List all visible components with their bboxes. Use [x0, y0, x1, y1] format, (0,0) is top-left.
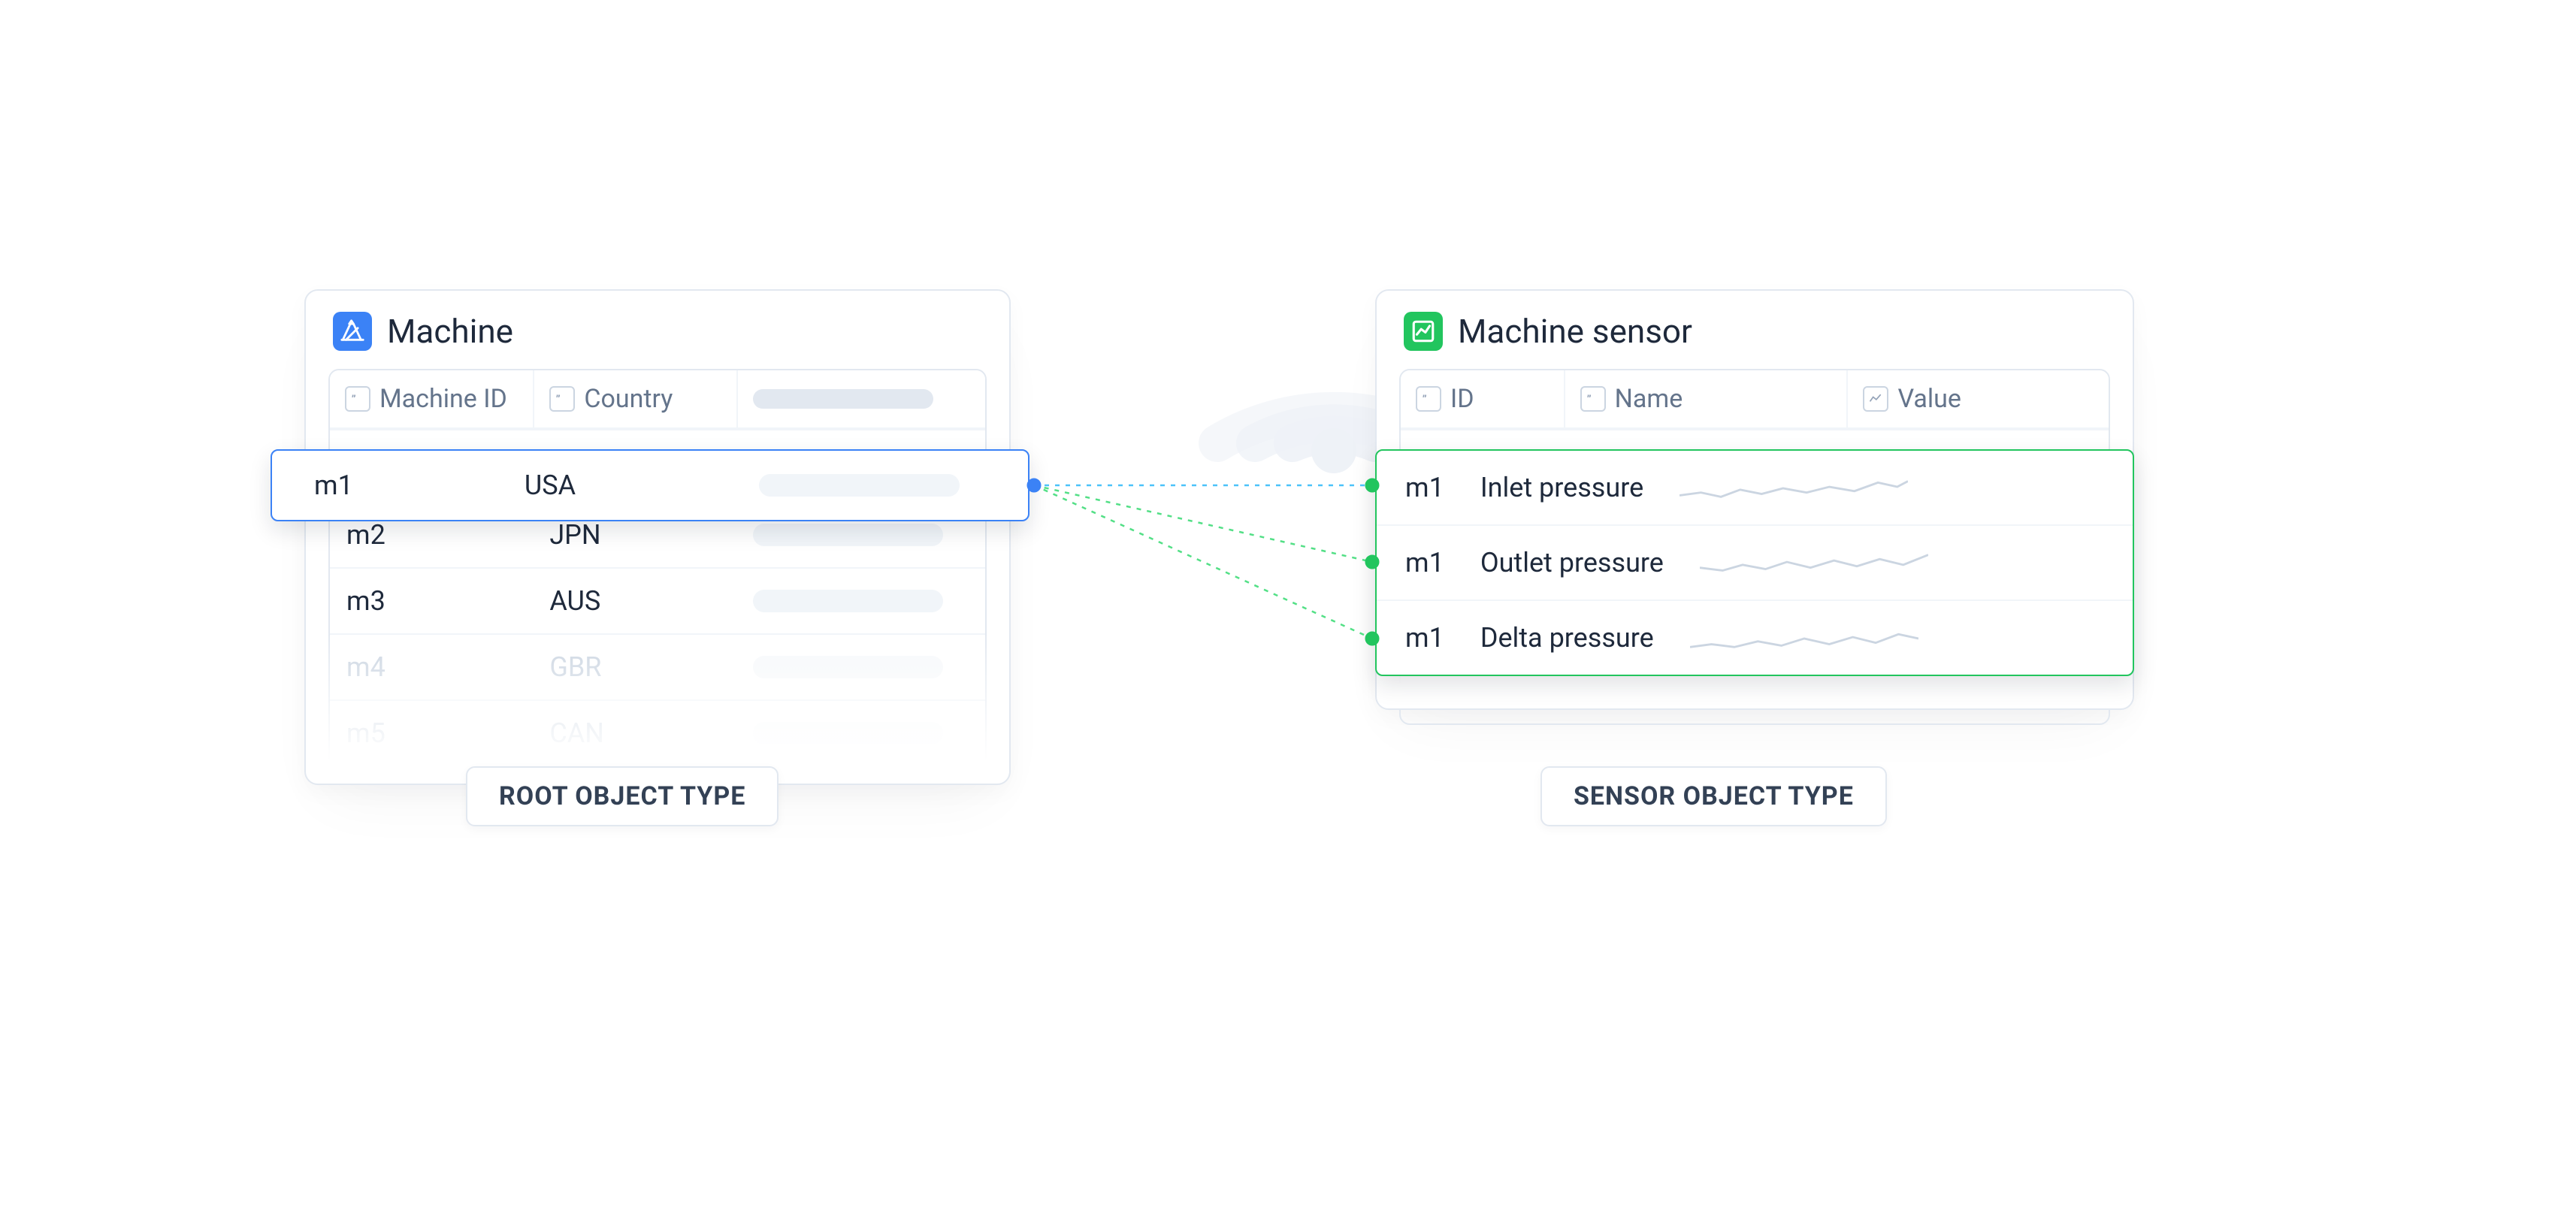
svg-text:”: ”	[556, 394, 561, 406]
cell-id: m1	[1377, 601, 1462, 675]
sparkline-icon	[1863, 672, 2080, 707]
sensor-object-type-caption: SENSOR OBJECT TYPE	[1540, 766, 1887, 826]
cell-name: Delta pressure	[1462, 601, 1672, 675]
cell-sparkline	[1661, 451, 1938, 524]
cell-id: m1	[272, 451, 506, 520]
cell-placeholder	[741, 451, 1028, 520]
cell-id: m3	[330, 569, 533, 633]
string-type-icon: ”	[1580, 386, 1606, 412]
cell-placeholder	[736, 701, 985, 766]
col-label: Value	[1897, 384, 1961, 414]
cell-placeholder	[736, 635, 985, 699]
col-label: Name	[1615, 384, 1683, 414]
cell-placeholder	[736, 569, 985, 633]
sensor-panel-title: Machine sensor	[1458, 312, 1692, 351]
sensor-col-value-header: Value	[1846, 370, 2109, 427]
machine-highlight-row[interactable]: m1 USA	[271, 449, 1029, 521]
string-type-icon: ”	[549, 386, 575, 412]
cell-country: USA	[506, 451, 741, 520]
machine-col-placeholder-header	[736, 370, 985, 427]
machine-col-country-header: ” Country	[533, 370, 736, 427]
table-row: m1 Inlet pressure	[1377, 451, 2133, 524]
sparkline-icon	[1700, 545, 1928, 580]
table-row: m3 AUS	[330, 567, 985, 633]
cell-country: CAN	[533, 701, 736, 766]
sensor-type-icon	[1404, 312, 1443, 351]
sensor-highlight-rows[interactable]: m1 Inlet pressure m1 Outlet pressure m1 …	[1375, 449, 2134, 676]
table-row: m1 Outlet pressure	[1377, 524, 2133, 599]
col-label: ID	[1450, 384, 1474, 414]
string-type-icon: ”	[1416, 386, 1441, 412]
cell-name: Outlet pressure	[1462, 526, 1682, 599]
sensor-col-name-header: ” Name	[1564, 370, 1847, 427]
machine-table: ” Machine ID ” Country m2	[328, 369, 987, 767]
cell-id: m5	[330, 701, 533, 766]
table-row: m4 GBR	[330, 633, 985, 699]
svg-text:”: ”	[1586, 394, 1591, 406]
cell-country: GBR	[533, 635, 736, 699]
col-label: Machine ID	[379, 384, 507, 414]
cell-id: m4	[330, 635, 533, 699]
timeseries-type-icon	[1863, 386, 1888, 412]
col-label: Country	[584, 384, 673, 414]
sparkline-icon	[1680, 470, 1908, 505]
cell-id: m1	[1377, 526, 1462, 599]
machine-panel-title: Machine	[387, 312, 513, 351]
sensor-col-id-header: ” ID	[1401, 370, 1564, 427]
cell-sparkline	[1682, 526, 1958, 599]
string-type-icon: ”	[345, 386, 370, 412]
svg-text:”: ”	[352, 394, 356, 406]
machine-col-id-header: ” Machine ID	[330, 370, 533, 427]
table-row: m1 Delta pressure	[1377, 599, 2133, 675]
root-object-type-caption: ROOT OBJECT TYPE	[466, 766, 779, 826]
placeholder-pill	[753, 389, 933, 409]
cell-id: m1	[1377, 451, 1462, 524]
machine-type-icon	[333, 312, 372, 351]
machine-panel: Machine ” Machine ID ” Country	[304, 289, 1011, 785]
table-row: m5 CAN	[330, 699, 985, 766]
sparkline-icon	[1690, 621, 1918, 655]
cell-country: AUS	[533, 569, 736, 633]
svg-text:”: ”	[1423, 394, 1427, 406]
cell-sparkline	[1672, 601, 1949, 675]
link-connector	[1026, 443, 1380, 699]
cell-name: Inlet pressure	[1462, 451, 1661, 524]
